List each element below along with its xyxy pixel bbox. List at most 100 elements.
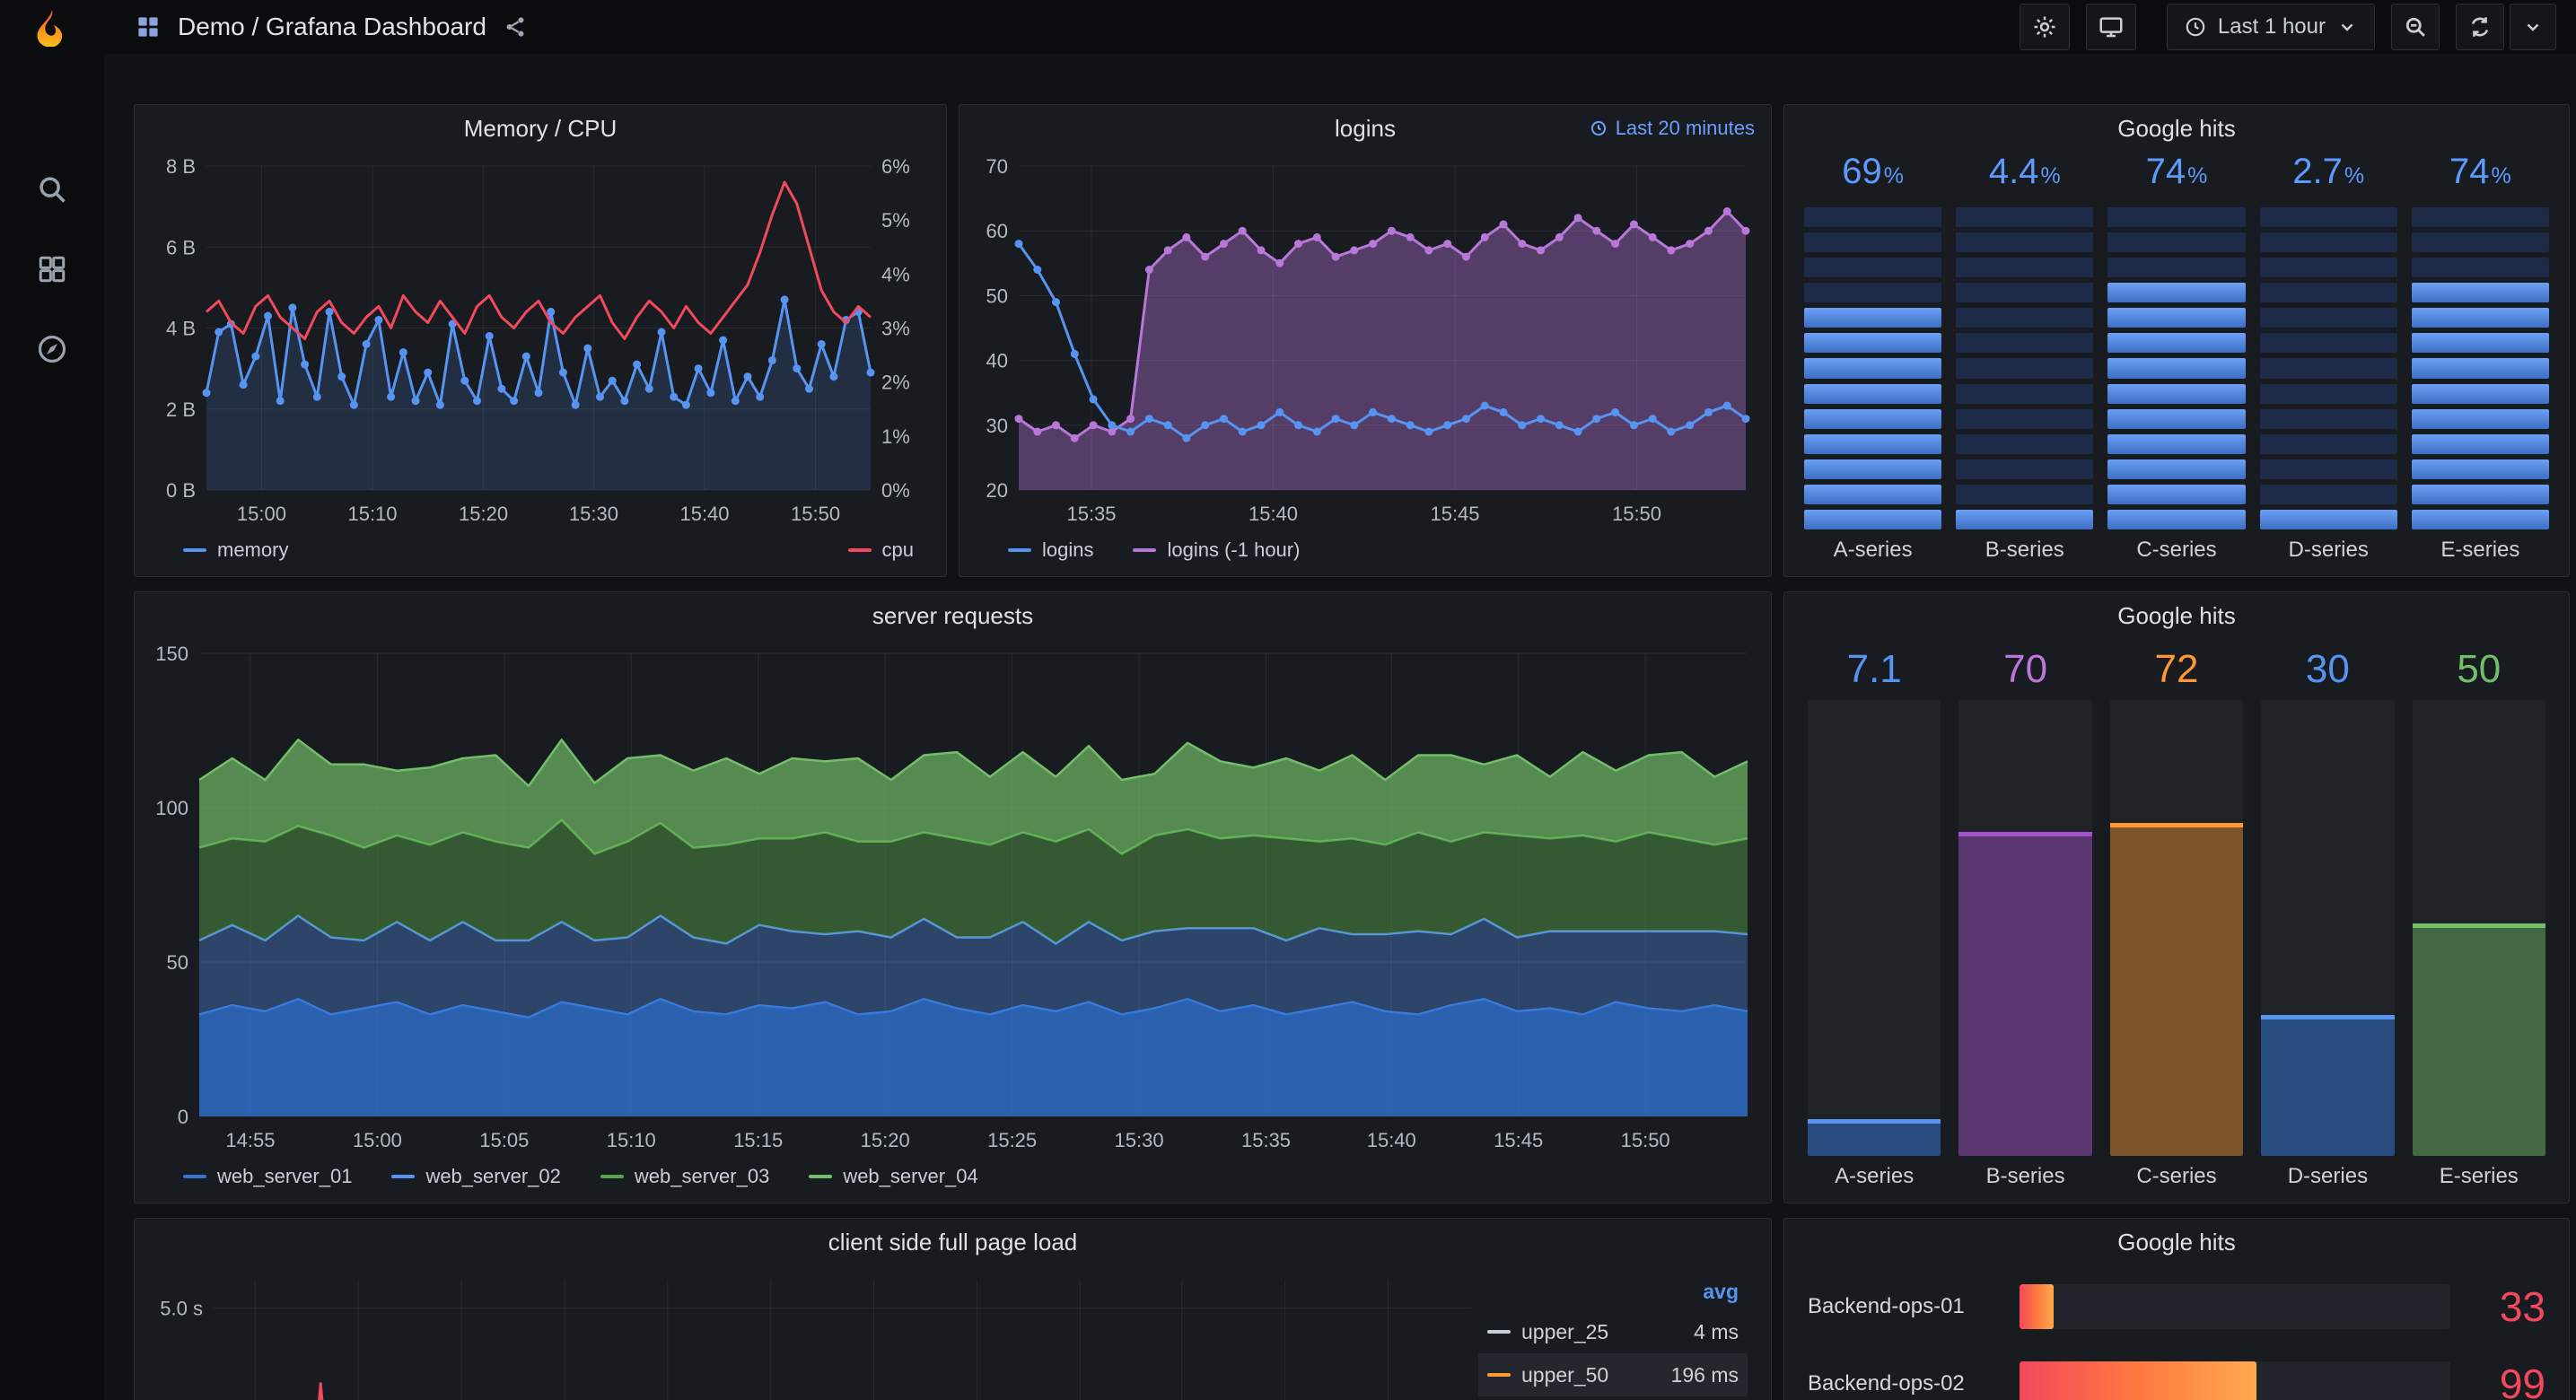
- dashboard-breadcrumb[interactable]: Demo / Grafana Dashboard: [178, 13, 486, 41]
- legend-item[interactable]: cpu: [847, 538, 914, 562]
- gauge-track: [2020, 1284, 2450, 1329]
- led-cell-stack: [2259, 207, 2397, 530]
- bar-track: [1958, 700, 2092, 1156]
- panel-title-google-hits[interactable]: Google hits: [1784, 1219, 2569, 1265]
- time-range-label: Last 1 hour: [2217, 14, 2326, 39]
- panel-server-requests: server requests 150 100 50 0 14:55 15:00 15:05…: [134, 591, 1772, 1203]
- grafana-logo[interactable]: [0, 0, 104, 54]
- led-cell: [1956, 383, 2094, 404]
- bar-gauge-column: 50 E-series: [2412, 639, 2545, 1197]
- left-sidebar: [0, 54, 104, 1400]
- server-requests-legend: web_server_01 web_server_02 web_server_03 w…: [142, 1158, 1764, 1195]
- legend-series-dash: [391, 1175, 416, 1178]
- bar-gauge-column: 70 B-series: [1958, 639, 2092, 1197]
- svg-text:0 B: 0 B: [166, 479, 196, 502]
- google-hits-hbar-gauge[interactable]: Backend-ops-01 33 Backend-ops-02 99: [1784, 1265, 2569, 1400]
- led-gauge-column: 2.7% D-series: [2259, 152, 2397, 571]
- led-cell: [2411, 358, 2549, 379]
- legend-series-label: logins (-1 hour): [1167, 538, 1301, 561]
- zoom-out-button[interactable]: [2391, 4, 2440, 50]
- legend-item[interactable]: web_server_01: [183, 1165, 352, 1188]
- legend-item[interactable]: web_server_02: [391, 1165, 561, 1188]
- led-cell: [2107, 258, 2246, 278]
- led-cell: [1956, 258, 2094, 278]
- dashboards-grid-icon[interactable]: [36, 253, 68, 285]
- legend-table-row[interactable]: upper_50 196 ms: [1478, 1353, 1748, 1396]
- led-cell: [1804, 308, 1942, 328]
- apps-grid-icon[interactable]: [135, 13, 162, 40]
- legend-item[interactable]: logins (-1 hour): [1133, 538, 1300, 562]
- svg-text:15:20: 15:20: [459, 503, 508, 525]
- legend-item[interactable]: web_server_03: [600, 1165, 769, 1188]
- svg-text:15:10: 15:10: [347, 503, 397, 525]
- led-cell: [2107, 283, 2246, 303]
- led-gauge-column: 69% A-series: [1804, 152, 1942, 571]
- legend-series-dash: [1487, 1330, 1511, 1334]
- led-cell: [1956, 484, 2094, 504]
- search-icon[interactable]: [35, 172, 69, 206]
- cycle-view-button[interactable]: [2085, 4, 2136, 50]
- series-label: D-series: [2288, 538, 2369, 562]
- svg-text:150: 150: [155, 643, 188, 665]
- time-range-picker[interactable]: Last 1 hour: [2166, 4, 2375, 50]
- panel-title-google-hits[interactable]: Google hits: [1784, 592, 2569, 639]
- legend-item[interactable]: logins: [1008, 538, 1093, 562]
- led-cell-stack: [1804, 207, 1942, 530]
- svg-text:50: 50: [986, 284, 1008, 307]
- svg-text:60: 60: [986, 220, 1008, 242]
- refresh-interval-dropdown[interactable]: [2510, 4, 2556, 50]
- svg-text:15:40: 15:40: [1249, 503, 1298, 525]
- series-label: A-series: [1833, 538, 1913, 562]
- series-label: B-series: [1985, 538, 2064, 562]
- panel-title-client-load[interactable]: client side full page load: [135, 1219, 1771, 1265]
- logins-chart[interactable]: 70 60 50 40 30 20 15:35 15:40 15:45 15:50: [967, 152, 1764, 531]
- panel-time-override-badge[interactable]: Last 20 minutes: [1590, 117, 1755, 140]
- explore-compass-icon[interactable]: [35, 332, 69, 366]
- svg-text:30: 30: [986, 415, 1008, 437]
- series-label: B-series: [1985, 1164, 2065, 1188]
- gauge-row: Backend-ops-01 33: [1808, 1278, 2545, 1335]
- stat-value: 74%: [2145, 152, 2208, 191]
- panel-logins: logins Last 20 minutes 70 60 50 40 30 20 15:35…: [959, 104, 1772, 577]
- stat-value: 2.7%: [2292, 152, 2365, 191]
- svg-text:15:50: 15:50: [791, 503, 840, 525]
- panel-title-memory-cpu[interactable]: Memory / CPU: [135, 105, 946, 152]
- svg-text:15:30: 15:30: [1115, 1129, 1164, 1151]
- google-hits-bar-gauge[interactable]: 7.1 A-series 70 B-series 72 C-series 30 D-serie…: [1784, 639, 2569, 1203]
- led-cell: [2411, 484, 2549, 504]
- share-icon[interactable]: [503, 14, 528, 39]
- led-cell: [2411, 283, 2549, 303]
- server-requests-chart[interactable]: 150 100 50 0 14:55 15:00 15:05 15:10 15:15 15:20 1…: [142, 639, 1764, 1158]
- led-cell: [2411, 459, 2549, 479]
- dashboard-settings-button[interactable]: [2019, 4, 2070, 50]
- led-cell: [2259, 383, 2397, 404]
- bar-gauge-column: 72 C-series: [2109, 639, 2244, 1197]
- svg-text:2 B: 2 B: [166, 398, 196, 421]
- led-cell: [2259, 509, 2397, 530]
- client-load-chart[interactable]: 5.0 s14:5515:0015:0515:1015:1515:2015:25…: [144, 1265, 1478, 1400]
- led-cell-stack: [1956, 207, 2094, 530]
- zoom-out-icon: [2403, 14, 2428, 39]
- led-cell: [2107, 408, 2246, 429]
- panel-title-google-hits[interactable]: Google hits: [1784, 105, 2569, 152]
- panel-title-server-requests[interactable]: server requests: [135, 592, 1771, 639]
- legend-series-label: web_server_02: [425, 1165, 561, 1187]
- gauge-row: Backend-ops-02 99: [1808, 1355, 2545, 1400]
- google-hits-led-gauge[interactable]: 69% A-series 4.4% B-series 74% C-series 2.7% D-…: [1784, 152, 2569, 576]
- legend-item[interactable]: memory: [183, 538, 288, 562]
- panel-google-hits-bars: Google hits 7.1 A-series 70 B-series 72 C-ser…: [1783, 591, 2570, 1203]
- refresh-button[interactable]: [2456, 4, 2504, 50]
- led-cell: [1956, 509, 2094, 530]
- bar-fill: [1958, 832, 2092, 1156]
- legend-series-label: memory: [217, 538, 289, 561]
- led-cell: [2411, 433, 2549, 454]
- gauge-fill: [2020, 1284, 2055, 1329]
- led-cell: [1956, 459, 2094, 479]
- panel-google-hits-led: Google hits 69% A-series 4.4% B-series 74% C-…: [1783, 104, 2570, 577]
- svg-text:5%: 5%: [881, 209, 910, 232]
- memory-cpu-chart[interactable]: 8 B 6 B 4 B 2 B 0 B 6% 5% 4% 3% 2% 1% 0% 15:00 15:10 1…: [142, 152, 939, 531]
- led-cell: [2259, 232, 2397, 253]
- legend-table-row[interactable]: upper_25 4 ms: [1478, 1310, 1748, 1353]
- legend-item[interactable]: web_server_04: [809, 1165, 978, 1188]
- svg-text:4 B: 4 B: [166, 318, 196, 340]
